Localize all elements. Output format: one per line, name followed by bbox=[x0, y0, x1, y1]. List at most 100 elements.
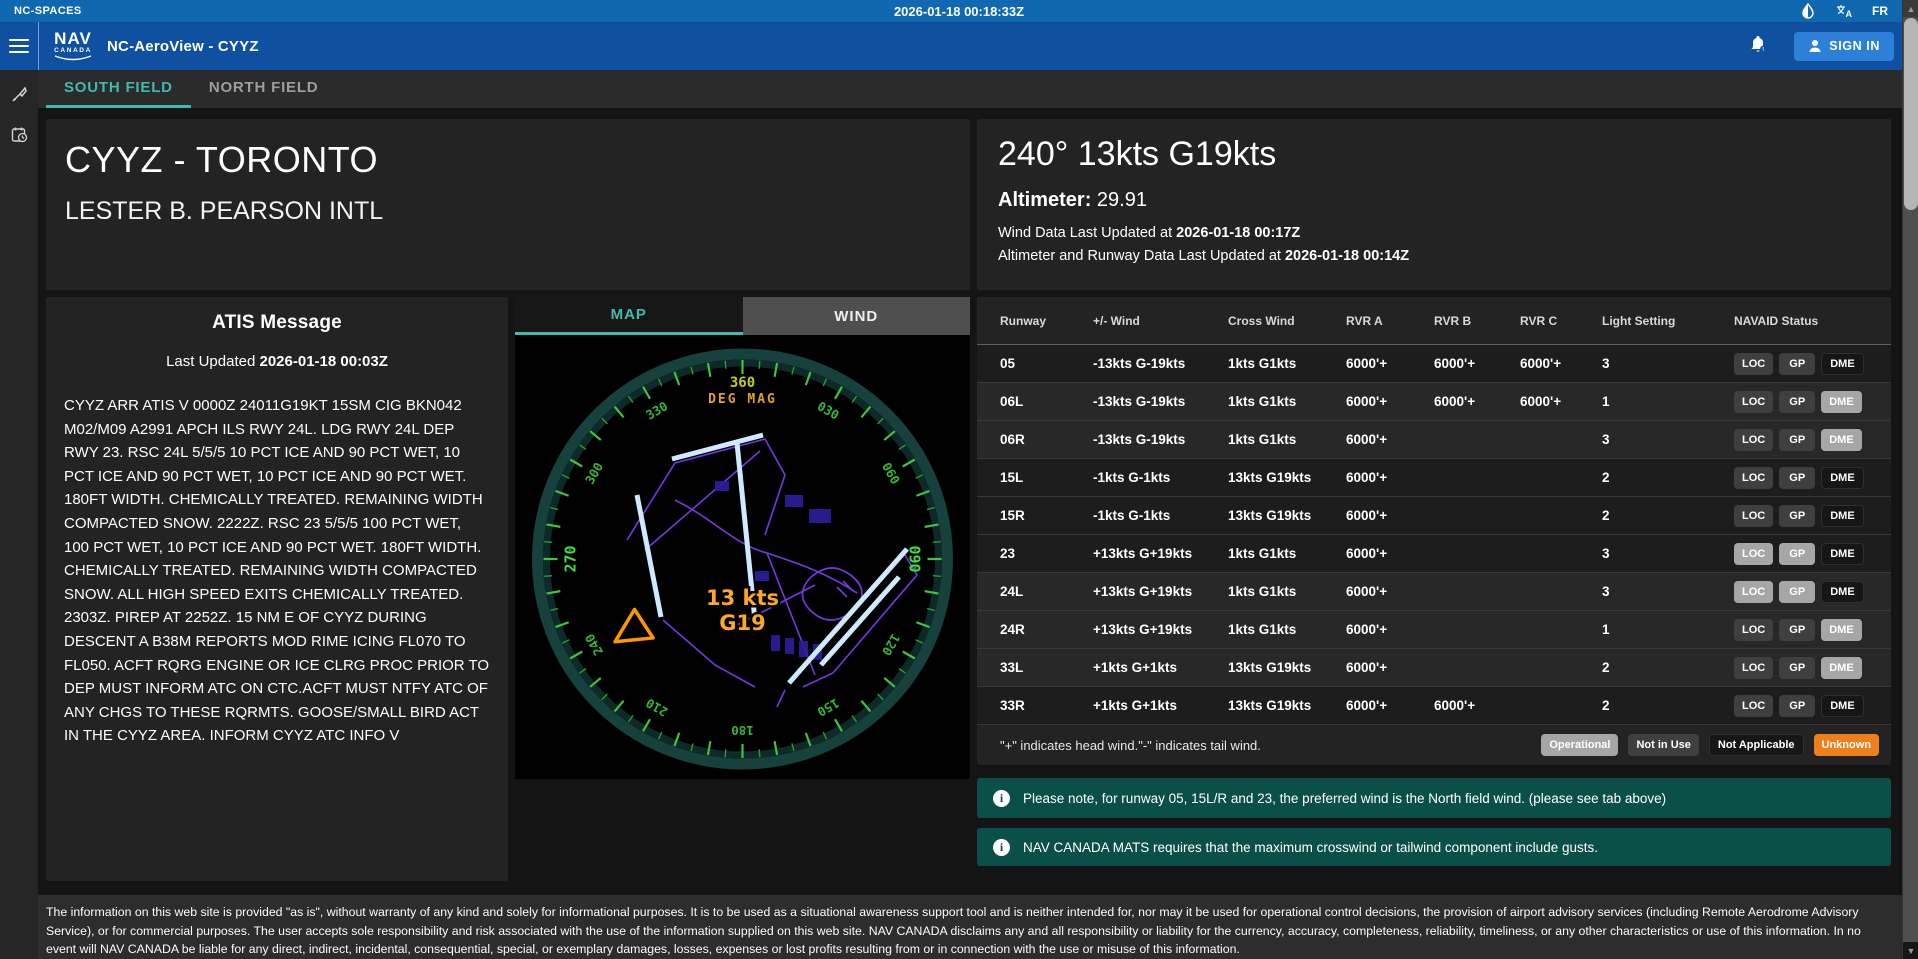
runway-table-card: Runway +/- Wind Cross Wind RVR A RVR B R… bbox=[977, 297, 1891, 765]
cell-wind: -13kts G-19kts bbox=[1093, 432, 1186, 447]
scrollbar-thumb[interactable] bbox=[1904, 18, 1918, 210]
menu-icon[interactable] bbox=[9, 35, 29, 57]
navaid-badge-gp: GP bbox=[1779, 618, 1816, 641]
col-cross-wind: Cross Wind bbox=[1228, 313, 1295, 328]
wind-summary-card: 240° 13kts G19kts Altimeter: 29.91 Wind … bbox=[977, 119, 1891, 290]
cell-wind: -13kts G-19kts bbox=[1093, 356, 1186, 371]
legend-badge-not_applicable: Not Applicable bbox=[1708, 734, 1804, 756]
field-tabstrip: SOUTH FIELD NORTH FIELD bbox=[38, 70, 1902, 108]
col-runway: Runway bbox=[1000, 313, 1047, 328]
tab-wind[interactable]: WIND bbox=[742, 297, 970, 335]
status-bar: NC-SPACES 2026-01-18 00:18:33Z A FR bbox=[0, 0, 1918, 22]
cell-runway: 23 bbox=[1000, 546, 1016, 561]
cell-light_setting: 3 bbox=[1602, 432, 1610, 447]
cell-runway: 24R bbox=[1000, 622, 1025, 637]
compass-label-210: 210 bbox=[643, 695, 670, 719]
compass-label-270: 270 bbox=[562, 545, 580, 572]
cell-wind: -1kts G-1kts bbox=[1093, 508, 1171, 523]
content: CYYZ - TORONTO LESTER B. PEARSON INTL 24… bbox=[38, 108, 1902, 895]
cell-cross_wind: 1kts G1kts bbox=[1228, 432, 1297, 447]
compass-label-240: 240 bbox=[582, 631, 606, 658]
cell-light_setting: 3 bbox=[1602, 584, 1610, 599]
table-body: 05 -13kts G-19kts 1kts G1kts 6000'+ 6000'+ 60… bbox=[977, 345, 1891, 725]
compass-ring bbox=[532, 348, 953, 770]
language-toggle[interactable]: FR bbox=[1872, 4, 1888, 18]
runway-data-column: Runway +/- Wind Cross Wind RVR A RVR B R… bbox=[977, 297, 1891, 866]
navaid-badge-loc: LOC bbox=[1734, 656, 1774, 679]
cell-wind: -1kts G-1kts bbox=[1093, 470, 1171, 485]
cell-runway: 24L bbox=[1000, 584, 1024, 599]
compass-north-label: 360 bbox=[730, 375, 755, 391]
cell-rvr_b: 6000'+ bbox=[1434, 394, 1476, 409]
table-header-row: Runway +/- Wind Cross Wind RVR A RVR B R… bbox=[977, 297, 1891, 345]
cell-light_setting: 3 bbox=[1602, 546, 1610, 561]
tab-south-field[interactable]: SOUTH FIELD bbox=[46, 70, 191, 108]
table-legend-row: "+" indicates head wind."-" indicates ta… bbox=[977, 725, 1891, 765]
sign-in-button[interactable]: SIGN IN bbox=[1794, 31, 1894, 61]
runway-row-23: 23 +13kts G+19kts 1kts G1kts 6000'+ 3 LOC GP DM… bbox=[977, 535, 1891, 573]
contrast-icon[interactable] bbox=[1800, 2, 1816, 19]
disclaimer-text: The information on this web site is prov… bbox=[46, 905, 1861, 957]
wind-speed-label: 13 kts bbox=[706, 586, 779, 610]
wind-sign-note: "+" indicates head wind."-" indicates ta… bbox=[1000, 737, 1261, 753]
navaid-badge-loc: LOC bbox=[1734, 694, 1774, 717]
atis-card: ATIS Message Last Updated 2026-01-18 00:… bbox=[46, 297, 508, 881]
navaid-badge-dme: DME bbox=[1821, 390, 1862, 413]
col-rvr-b: RVR B bbox=[1434, 313, 1472, 328]
col-rvr-a: RVR A bbox=[1346, 313, 1383, 328]
airport-map[interactable]: 360 DEG MAG 13 kts G19 030 060 090 120 150 18… bbox=[515, 335, 970, 779]
schedule-history-icon[interactable] bbox=[0, 116, 38, 152]
cell-navaids: LOC GP DME bbox=[1734, 580, 1891, 603]
runway-row-15R: 15R -1kts G-1kts 13kts G19kts 6000'+ 2 LOC GP D… bbox=[977, 497, 1891, 535]
page-title: NC-AeroView - CYYZ bbox=[107, 37, 259, 55]
cell-cross_wind: 13kts G19kts bbox=[1228, 660, 1312, 675]
airport-subtitle: LESTER B. PEARSON INTL bbox=[65, 197, 384, 225]
compass-label-120: 120 bbox=[879, 631, 903, 658]
person-icon bbox=[1809, 40, 1821, 52]
tab-north-field[interactable]: NORTH FIELD bbox=[191, 70, 337, 108]
runway-row-24L: 24L +13kts G+19kts 1kts G1kts 6000'+ 3 LOC GP D… bbox=[977, 573, 1891, 611]
cell-light_setting: 2 bbox=[1602, 698, 1610, 713]
cell-light_setting: 1 bbox=[1602, 622, 1610, 637]
navaid-badge-gp: GP bbox=[1779, 504, 1816, 527]
navaid-badge-gp: GP bbox=[1779, 466, 1816, 489]
navaid-badge-gp: GP bbox=[1779, 580, 1816, 603]
cell-light_setting: 2 bbox=[1602, 508, 1610, 523]
scroll-down-icon[interactable]: ▼ bbox=[1903, 942, 1918, 959]
disclaimer-footer: The information on this web site is prov… bbox=[38, 895, 1902, 959]
runway-row-24R: 24R +13kts G+19kts 1kts G1kts 6000'+ 1 LOC GP D… bbox=[977, 611, 1891, 649]
compass-tick bbox=[932, 574, 941, 578]
cell-runway: 06L bbox=[1000, 394, 1024, 409]
notifications-bell-icon[interactable]: ! bbox=[1748, 34, 1768, 59]
navaid-badge-loc: LOC bbox=[1734, 504, 1774, 527]
navaid-badge-dme: DME bbox=[1821, 542, 1864, 565]
note-mats-gusts: NAV CANADA MATS requires that the maximu… bbox=[977, 828, 1891, 866]
appbar-divider bbox=[38, 22, 39, 70]
legend-badge-operational: Operational bbox=[1541, 734, 1619, 756]
cell-cross_wind: 13kts G19kts bbox=[1228, 508, 1312, 523]
cell-navaids: LOC GP DME bbox=[1734, 466, 1891, 489]
atis-report-icon[interactable] bbox=[0, 76, 38, 112]
translate-icon[interactable]: A bbox=[1836, 3, 1853, 19]
airport-diagram bbox=[626, 432, 918, 708]
cell-rvr_a: 6000'+ bbox=[1346, 394, 1388, 409]
logo-swoosh-icon bbox=[54, 55, 92, 61]
compass-tick bbox=[544, 574, 553, 578]
compass-tick bbox=[758, 360, 761, 369]
atis-message-text: CYYZ ARR ATIS V 0000Z 24011G19KT 15SM CI… bbox=[64, 397, 490, 745]
tab-map[interactable]: MAP bbox=[515, 297, 743, 335]
navaid-badge-loc: LOC bbox=[1734, 542, 1774, 565]
deg-mag-label: DEG MAG bbox=[708, 392, 777, 407]
cell-cross_wind: 1kts G1kts bbox=[1228, 584, 1297, 599]
runway-row-33R: 33R +1kts G+1kts 13kts G19kts 6000'+ 6000'+ 2… bbox=[977, 687, 1891, 725]
scroll-up-icon[interactable]: ▲ bbox=[1903, 0, 1918, 17]
navaid-badge-dme: DME bbox=[1821, 618, 1862, 641]
cell-cross_wind: 1kts G1kts bbox=[1228, 394, 1297, 409]
runway-row-06R: 06R -13kts G-19kts 1kts G1kts 6000'+ 3 LOC GP D… bbox=[977, 421, 1891, 459]
cell-wind: +13kts G+19kts bbox=[1093, 584, 1193, 599]
runway-row-33L: 33L +1kts G+1kts 13kts G19kts 6000'+ 2 LOC GP D… bbox=[977, 649, 1891, 687]
cell-rvr_a: 6000'+ bbox=[1346, 660, 1388, 675]
cell-navaids: LOC GP DME bbox=[1734, 390, 1891, 413]
page-scrollbar[interactable]: ▲ ▼ bbox=[1902, 0, 1918, 959]
nav-canada-logo[interactable]: NAV CANADA bbox=[53, 30, 93, 63]
